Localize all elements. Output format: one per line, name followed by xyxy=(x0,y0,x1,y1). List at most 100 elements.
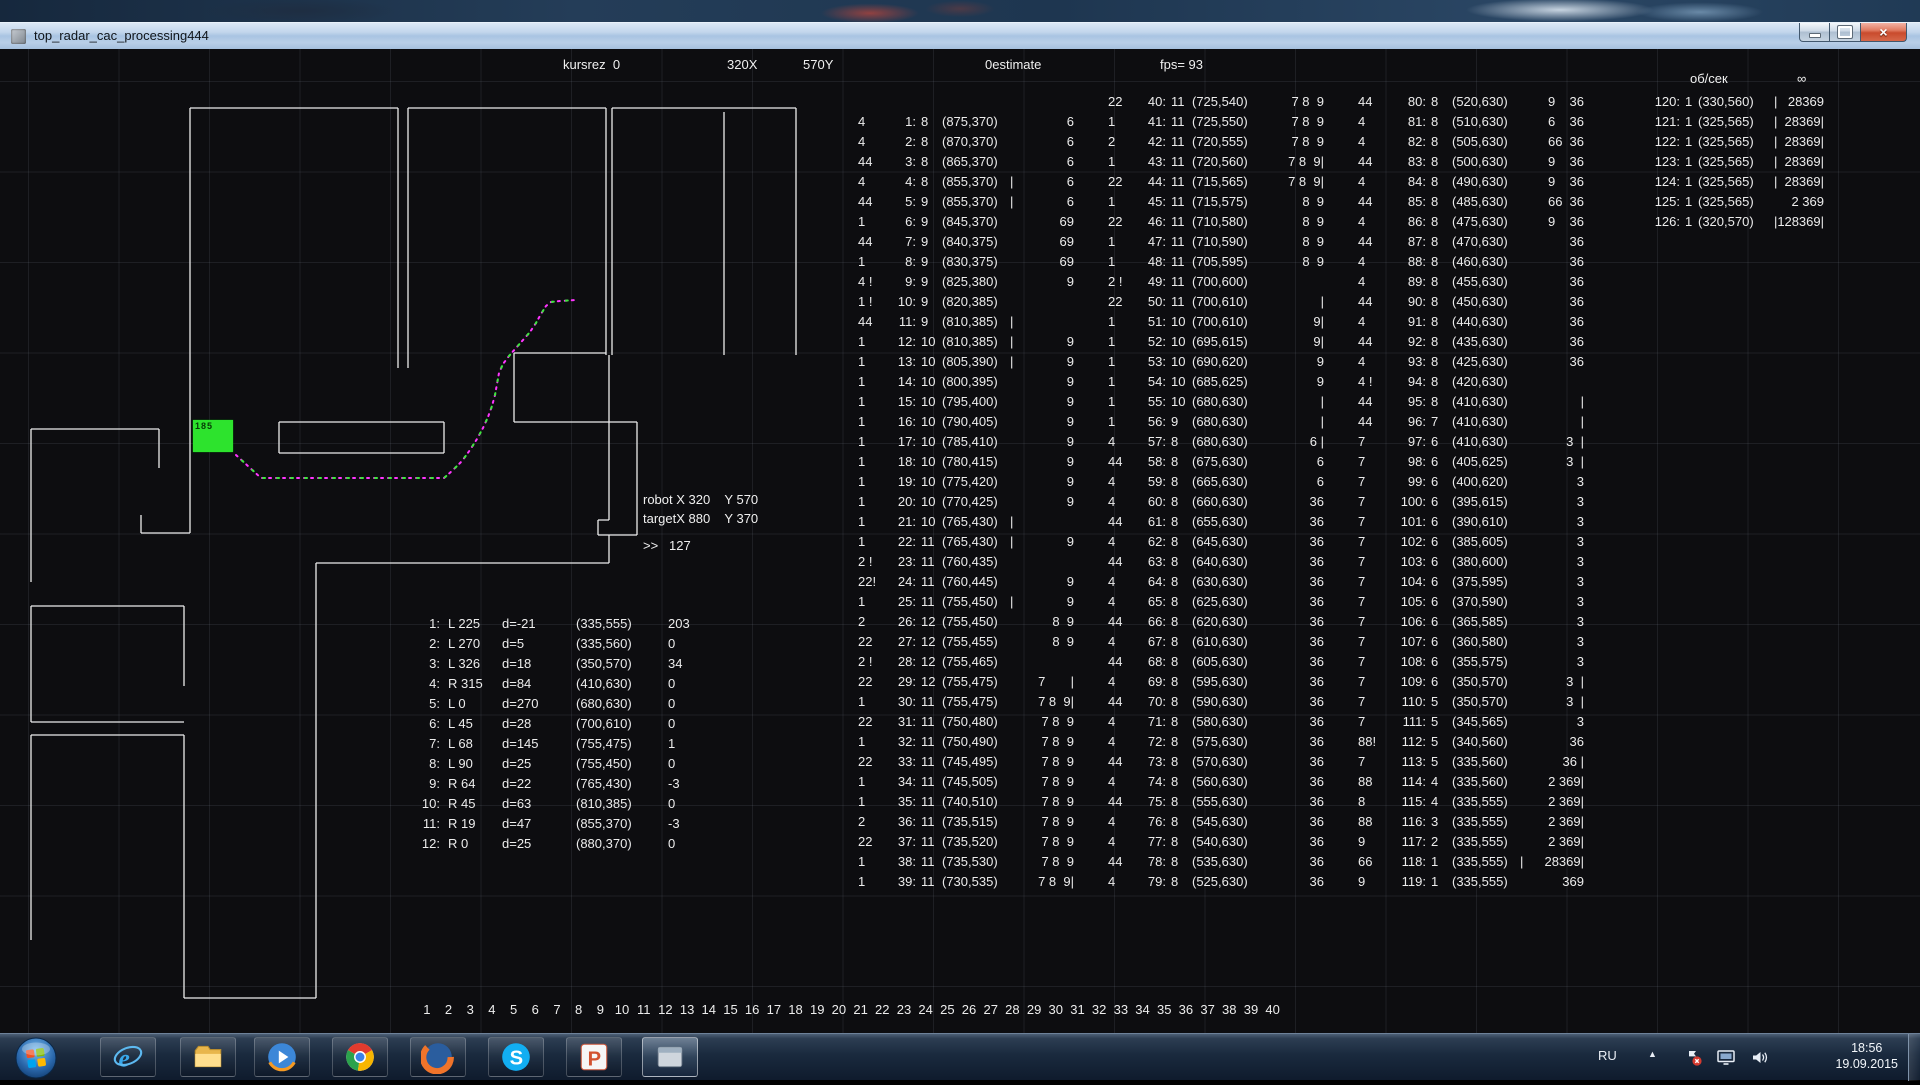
rps-header-label: об/сек xyxy=(1690,71,1728,86)
waypoint-row: 134:11(745,505)7 8 9 xyxy=(858,772,1074,792)
waypoint-row: 125:11(755,450)|9 xyxy=(858,592,1074,612)
taskbar-clock[interactable]: 18:56 19.09.2015 xyxy=(1835,1040,1898,1072)
taskbar-item-skype[interactable]: S xyxy=(488,1037,544,1077)
waypoint-row: 2229:12(755,475)7 | xyxy=(858,672,1074,692)
wall-lines xyxy=(31,108,796,998)
svg-text:S: S xyxy=(510,1047,523,1069)
waypoint-row: 2244:11(715,565)7 8 9| xyxy=(1108,172,1324,192)
maximize-button[interactable] xyxy=(1830,23,1860,42)
command-row: 7:L 68d=145(755,475)1 xyxy=(416,734,690,754)
step-number: 2 xyxy=(438,1002,460,1017)
waypoint-row: 2 !23:11(760,435) xyxy=(858,552,1074,572)
step-number: 16 xyxy=(741,1002,763,1017)
taskbar-item-powerpoint[interactable]: P xyxy=(566,1037,622,1077)
folder-icon xyxy=(191,1040,225,1074)
step-number: 9 xyxy=(590,1002,612,1017)
step-number: 40 xyxy=(1262,1002,1284,1017)
taskbar-item-firefox[interactable] xyxy=(410,1037,466,1077)
waypoint-row: 44:8(855,370)|6 xyxy=(858,172,1074,192)
step-number: 34 xyxy=(1132,1002,1154,1017)
start-button[interactable] xyxy=(14,1036,58,1080)
language-indicator[interactable]: RU xyxy=(1598,1048,1617,1063)
waypoint-row: 115:10(795,400)9 xyxy=(858,392,1074,412)
waypoint-row: 141:11(725,550)7 8 9 xyxy=(1108,112,1324,132)
waypoint-row: 119:10(775,420)9 xyxy=(858,472,1074,492)
waypoint-row: 112:10(810,385)|9 xyxy=(858,332,1074,352)
internet-explorer-icon: e xyxy=(111,1040,145,1074)
step-number: 22 xyxy=(871,1002,893,1017)
powerpoint-icon: P xyxy=(577,1040,611,1074)
waypoint-row: 797:6(410,630)3 | xyxy=(1358,432,1584,452)
waypoint-row: 18:9(830,375)69 xyxy=(858,252,1074,272)
waypoint-row: 4463:8(640,630)36 xyxy=(1108,552,1324,572)
waypoint-row: 135:11(740,510)7 8 9 xyxy=(858,792,1074,812)
waypoint-row: 6121:1(325,565)|28369| xyxy=(1548,112,1824,132)
waypoint-row: 2250:11(700,610)| xyxy=(1108,292,1324,312)
taskbar-item-folder[interactable] xyxy=(180,1037,236,1077)
taskbar-item-media-player[interactable] xyxy=(254,1037,310,1077)
step-number: 5 xyxy=(503,1002,525,1017)
tray-expand-icon[interactable]: ▲ xyxy=(1648,1049,1657,1059)
waypoint-row: 9117:2(335,555)2 369| xyxy=(1358,832,1584,852)
skype-icon: S xyxy=(499,1040,533,1074)
waypoint-row: 7100:6(395,615)3 xyxy=(1358,492,1584,512)
window-title: top_radar_cac_processing444 xyxy=(34,28,209,43)
speaker-icon[interactable] xyxy=(1750,1048,1769,1072)
action-center-flag-icon[interactable] xyxy=(1684,1048,1703,1072)
target-position-readout: targetX 880 Y 370 xyxy=(643,511,758,526)
planned-path-green xyxy=(236,300,576,478)
waypoint-row: 493:8(425,630)36 xyxy=(1358,352,1584,372)
display-tray-icon[interactable] xyxy=(1716,1048,1737,1072)
waypoint-row: 114:10(800,395)9 xyxy=(858,372,1074,392)
waypoint-row: 7106:6(365,585)3 xyxy=(1358,612,1584,632)
waypoint-row: 445:9(855,370)|6 xyxy=(858,192,1074,212)
waypoint-row: 460:8(660,630)36 xyxy=(1108,492,1324,512)
status-kursrez: kursrez 0 xyxy=(563,57,620,72)
waypoint-row: 9120:1(330,560)|28369 xyxy=(1548,92,1824,112)
close-button[interactable]: × xyxy=(1860,23,1907,42)
waypoint-row: 22!24:11(760,445)9 xyxy=(858,572,1074,592)
taskbar-item-active-window[interactable] xyxy=(642,1037,698,1077)
minimize-button[interactable] xyxy=(1799,23,1830,42)
taskbar-item-internet-explorer[interactable]: e xyxy=(100,1037,156,1077)
step-number: 23 xyxy=(893,1002,915,1017)
waypoint-row: 242:11(720,555)7 8 9 xyxy=(1108,132,1324,152)
waypoint-row: 4475:8(555,630)36 xyxy=(1108,792,1324,812)
step-number: 15 xyxy=(720,1002,742,1017)
maximize-icon xyxy=(1838,26,1852,38)
step-number: 8 xyxy=(568,1002,590,1017)
waypoint-row: 488:8(460,630)36 xyxy=(1358,252,1584,272)
waypoint-row: 121:10(765,430)| xyxy=(858,512,1074,532)
waypoint-row: 7101:6(390,610)3 xyxy=(1358,512,1584,532)
waypoint-row: 472:8(575,630)36 xyxy=(1108,732,1324,752)
waypoint-row: 147:11(710,590)8 9 xyxy=(1108,232,1324,252)
radar-app-canvas: 185 kursrez 0 320X 570Y 0estimate fps= 9… xyxy=(0,49,1920,1033)
waypoint-row: 447:9(840,375)69 xyxy=(858,232,1074,252)
waypoint-row: 4 !94:8(420,630) xyxy=(1358,372,1584,392)
waypoint-row: 154:10(685,625)9 xyxy=(1108,372,1324,392)
waypoint-row: 152:10(695,615)9| xyxy=(1108,332,1324,352)
step-number: 6 xyxy=(524,1002,546,1017)
waypoint-row: 1 !10:9(820,385) xyxy=(858,292,1074,312)
waypoint-row: 464:8(630,630)36 xyxy=(1108,572,1324,592)
status-fps: fps= 93 xyxy=(1160,57,1203,72)
waypoint-row: 139:11(730,535)7 8 9| xyxy=(858,872,1074,892)
waypoint-row: 120:10(770,425)9 xyxy=(858,492,1074,512)
waypoint-column-2: 2240:11(725,540)7 8 9141:11(725,550)7 8 … xyxy=(1108,92,1324,892)
counter-readout: >> 127 xyxy=(643,538,691,553)
step-number: 19 xyxy=(806,1002,828,1017)
step-number: 26 xyxy=(958,1002,980,1017)
step-number: 32 xyxy=(1088,1002,1110,1017)
window-titlebar[interactable]: top_radar_cac_processing444 × xyxy=(0,22,1920,49)
waypoint-row: 462:8(645,630)36 xyxy=(1108,532,1324,552)
command-row: 5:L 0d=270(680,630)0 xyxy=(416,694,690,714)
step-number: 33 xyxy=(1110,1002,1132,1017)
waypoint-row: 88114:4(335,560)2 369| xyxy=(1358,772,1584,792)
show-desktop-button[interactable] xyxy=(1908,1034,1920,1081)
taskbar-item-chrome[interactable] xyxy=(332,1037,388,1077)
close-icon: × xyxy=(1879,24,1887,41)
step-number: 24 xyxy=(915,1002,937,1017)
waypoint-row: 155:10(680,630)| xyxy=(1108,392,1324,412)
waypoint-row: 117:10(785,410)9 xyxy=(858,432,1074,452)
waypoint-row: 7110:5(350,570)3 | xyxy=(1358,692,1584,712)
